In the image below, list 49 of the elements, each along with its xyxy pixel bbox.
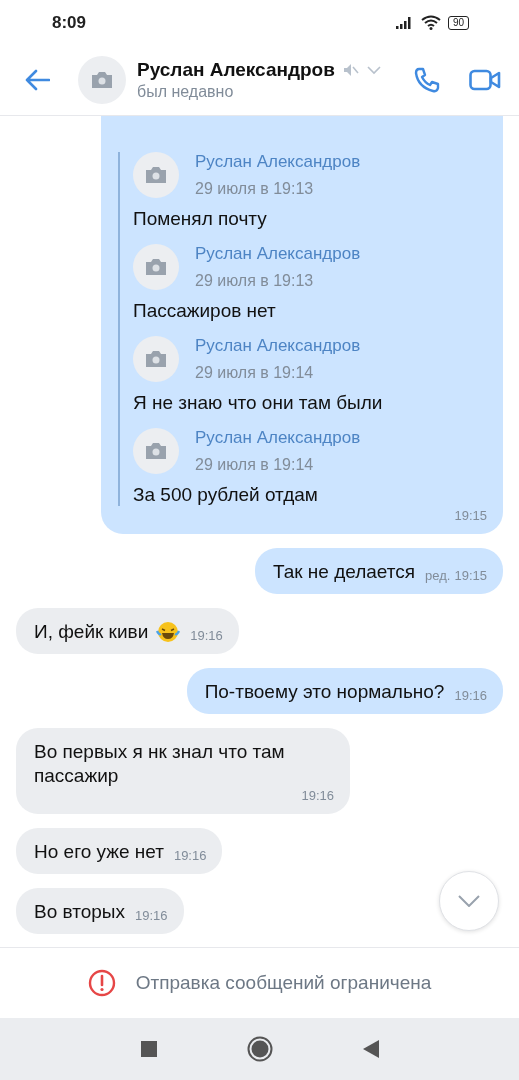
- message-bubble[interactable]: Во первых я нк знал что там пассажир 19:16: [16, 728, 350, 814]
- sender-avatar: [133, 244, 179, 290]
- message-time: 19:16: [301, 788, 334, 804]
- message-time: 19:16: [135, 908, 168, 924]
- message-text: За 500 рублей отдам: [133, 484, 319, 506]
- back-arrow-icon[interactable]: [24, 69, 50, 91]
- message-text: И, фейк киви: [34, 620, 149, 644]
- message-date: 29 июля в 19:14: [195, 364, 315, 382]
- message-text: Так не делается: [272, 560, 416, 584]
- message-bubble[interactable]: Так не делается ред. 19:15: [254, 548, 503, 594]
- message-time: 19:15: [454, 568, 487, 584]
- sender-avatar: [133, 336, 179, 382]
- message-text: Поменял почту: [133, 208, 268, 230]
- wifi-icon: [420, 15, 441, 30]
- sender-avatar: [133, 428, 179, 474]
- message-date: 29 июля в 19:13: [195, 272, 315, 290]
- battery-indicator: 90: [447, 15, 469, 30]
- message-text: Я не знаю что они там были: [133, 392, 384, 414]
- contact-avatar[interactable]: [78, 56, 126, 104]
- message-time: 19:16: [173, 848, 207, 864]
- edited-label: ред.: [425, 568, 451, 584]
- chevron-down-icon: [458, 895, 480, 907]
- home-icon[interactable]: [246, 1036, 273, 1062]
- chevron-down-icon[interactable]: [366, 65, 381, 75]
- back-icon[interactable]: [362, 1040, 379, 1058]
- message-text: Пассажиров нет: [133, 300, 277, 322]
- signal-icon: [395, 16, 414, 29]
- message-time: 19:15: [453, 508, 487, 524]
- message-bubble[interactable]: И, фейк киви 19:16: [16, 608, 239, 654]
- warning-icon: [87, 969, 116, 997]
- status-time: 8:09: [52, 12, 87, 33]
- contact-name[interactable]: Руслан Александров: [137, 59, 335, 81]
- message-text: Но его уже нет: [34, 840, 164, 864]
- message-time: 19:16: [454, 688, 487, 704]
- message-bubble[interactable]: По-твоему это нормально? 19:16: [186, 668, 503, 714]
- phone-icon[interactable]: [413, 66, 441, 94]
- message-text: По-твоему это нормально?: [204, 680, 445, 704]
- message-bubble[interactable]: Во вторых 19:16: [16, 888, 184, 934]
- video-camera-icon[interactable]: [469, 69, 501, 91]
- sender-avatar: [133, 152, 179, 198]
- message-bubble[interactable]: Но его уже нет 19:16: [16, 828, 223, 874]
- contact-status: был недавно: [137, 83, 235, 101]
- recent-apps-icon[interactable]: [140, 1041, 157, 1057]
- notice-text: Отправка сообщений ограничена: [135, 972, 432, 994]
- message-time: 19:16: [190, 628, 223, 644]
- message-date: 29 июля в 19:13: [195, 180, 315, 198]
- message-date: 29 июля в 19:14: [195, 456, 315, 474]
- message-text: Во первых я нк знал что там пассажир: [34, 740, 286, 788]
- message-text: Во вторых: [34, 900, 125, 924]
